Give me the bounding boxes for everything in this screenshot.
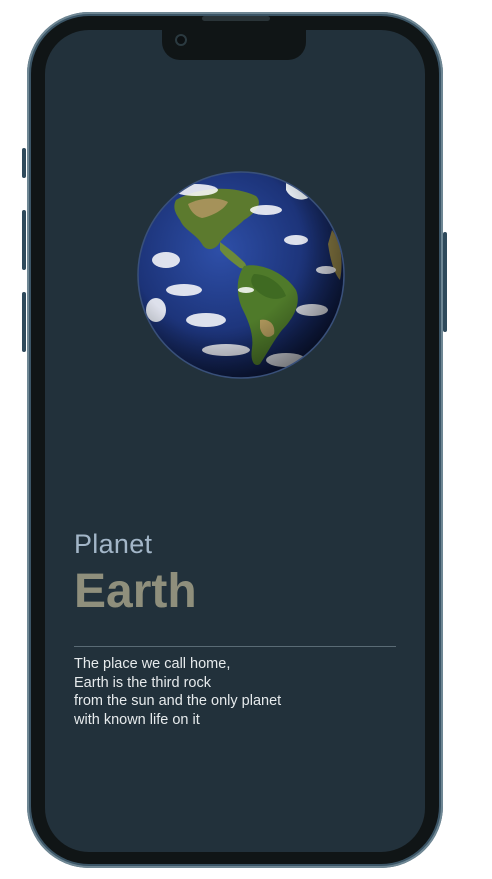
- description-line: Earth is the third rock: [74, 674, 211, 691]
- device-mockup: Planet Earth The place we call home, Ear…: [0, 0, 492, 879]
- volume-down-button: [22, 292, 26, 352]
- planet-description: The place we call home, Earth is the thi…: [74, 655, 404, 730]
- divider: [74, 646, 396, 647]
- earth-globe-image: [136, 170, 346, 380]
- planet-kicker: Planet: [74, 529, 153, 559]
- description-line: The place we call home,: [74, 656, 231, 672]
- top-speaker: [202, 16, 270, 21]
- description-line: from the sun and the only planet: [74, 693, 282, 710]
- volume-up-button: [22, 210, 26, 270]
- power-button: [443, 232, 447, 332]
- earth-globe-icon: [137, 171, 345, 379]
- description-line: with known life on it: [74, 712, 200, 729]
- silent-switch: [22, 148, 26, 178]
- front-camera-icon: [175, 34, 187, 46]
- page-title: Earth: [74, 565, 197, 618]
